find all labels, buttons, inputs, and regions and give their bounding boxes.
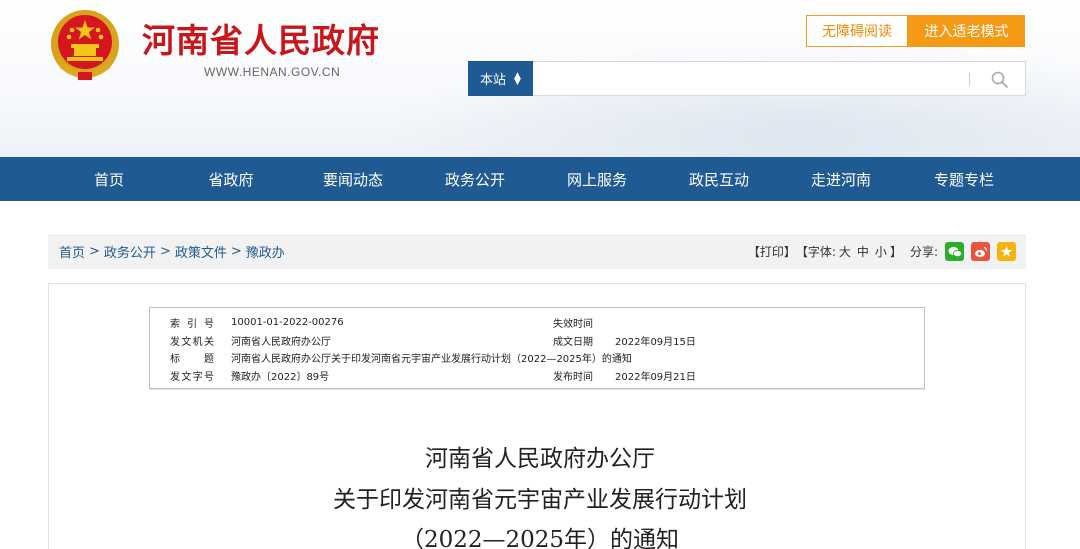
meta-row-issuer: 发文机关 河南省人民政府办公厅 成文日期 2022年09月15日	[150, 332, 926, 348]
font-large-button[interactable]: 大	[839, 243, 851, 260]
document-metadata-table: 索引号 10001-01-2022-00276 失效时间 发文机关 河南省人民政…	[149, 307, 925, 389]
breadcrumb-item-home[interactable]: 首页	[59, 242, 85, 261]
nav-item-government-affairs[interactable]: 政务公开	[414, 157, 536, 201]
breadcrumb-separator: >	[230, 244, 242, 259]
wechat-share-icon[interactable]	[945, 242, 964, 261]
national-emblem-icon	[51, 10, 119, 80]
breadcrumb-separator: >	[159, 244, 171, 259]
nav-item-provincial-government[interactable]: 省政府	[170, 157, 292, 201]
meta-row-index: 索引号 10001-01-2022-00276 失效时间	[150, 314, 926, 330]
font-size-end: 】	[889, 245, 902, 259]
font-small-button[interactable]: 小	[875, 243, 887, 260]
meta-row-docno: 发文字号 豫政办〔2022〕89号 发布时间 2022年09月21日	[150, 367, 926, 383]
meta-issuer-value: 河南省人民政府办公厅	[231, 336, 331, 348]
nav-item-news[interactable]: 要闻动态	[292, 157, 414, 201]
meta-docno-label: 发文字号	[170, 371, 214, 383]
meta-docno-value: 豫政办〔2022〕89号	[231, 371, 330, 383]
updown-arrows-icon: ▲ ▼	[514, 70, 521, 87]
nav-item-special-topics[interactable]: 专题专栏	[902, 157, 1026, 201]
weibo-share-icon[interactable]	[971, 242, 990, 261]
search-scope-label: 本站	[480, 73, 507, 88]
breadcrumb-bar: 首页 > 政务公开 > 政策文件 > 豫政办 【打印】 【字体: 大 中 小 】…	[48, 234, 1026, 269]
favorite-star-icon[interactable]	[997, 242, 1016, 261]
nav-item-online-services[interactable]: 网上服务	[536, 157, 658, 201]
header-background-wave	[380, 40, 1080, 157]
search-input[interactable]	[541, 66, 961, 92]
breadcrumb-item-government-affairs[interactable]: 政务公开	[104, 242, 156, 261]
meta-issuer-label: 发文机关	[170, 336, 214, 348]
breadcrumb-separator: >	[89, 244, 100, 259]
meta-created-label: 成文日期	[553, 336, 593, 348]
font-size-label: 【字体:	[795, 245, 836, 259]
site-url: WWW.HENAN.GOV.CN	[204, 65, 341, 79]
document-title-line-1: 河南省人民政府办公厅	[425, 446, 655, 472]
meta-title-value: 河南省人民政府办公厅关于印发河南省元宇宙产业发展行动计划（2022—2025年）…	[231, 353, 632, 365]
site-header: 河南省人民政府 WWW.HENAN.GOV.CN 无障碍阅读 进入适老模式 本站…	[0, 0, 1080, 157]
meta-published-value: 2022年09月21日	[615, 371, 696, 383]
nav-item-interaction[interactable]: 政民互动	[658, 157, 780, 201]
meta-index-label: 索引号	[170, 318, 214, 330]
meta-row-title: 标题 河南省人民政府办公厅关于印发河南省元宇宙产业发展行动计划（2022—202…	[150, 349, 926, 365]
meta-invalid-label: 失效时间	[553, 318, 593, 330]
article-tools: 【打印】 【字体: 大 中 小 】 分享:	[748, 234, 1016, 269]
search-scope-select[interactable]: 本站 ▲ ▼	[468, 61, 533, 96]
breadcrumb: 首页 > 政务公开 > 政策文件 > 豫政办	[59, 234, 285, 269]
meta-created-value: 2022年09月15日	[615, 336, 696, 348]
share-label: 分享:	[909, 245, 938, 259]
print-button[interactable]: 【打印】	[748, 243, 796, 260]
nav-item-home[interactable]: 首页	[48, 157, 170, 201]
font-medium-button[interactable]: 中	[857, 243, 869, 260]
site-title[interactable]: 河南省人民政府	[142, 14, 380, 62]
breadcrumb-item-yuzhengban[interactable]: 豫政办	[246, 242, 285, 261]
breadcrumb-item-policy-documents[interactable]: 政策文件	[175, 242, 227, 261]
document-title-line-3: （2022—2025年）的通知	[400, 527, 680, 549]
accessibility-reading-button[interactable]: 无障碍阅读	[806, 15, 908, 47]
elder-mode-button[interactable]: 进入适老模式	[908, 15, 1025, 47]
search-icon[interactable]	[989, 69, 1011, 91]
meta-title-label: 标题	[170, 353, 214, 365]
meta-published-label: 发布时间	[553, 371, 593, 383]
document-title-line-2: 关于印发河南省元宇宙产业发展行动计划	[333, 487, 747, 513]
nav-item-about-henan[interactable]: 走进河南	[780, 157, 902, 201]
search-box: 本站 ▲ ▼	[468, 61, 1026, 96]
meta-index-value: 10001-01-2022-00276	[231, 316, 344, 328]
search-divider	[969, 73, 970, 86]
main-navigation: 首页 省政府 要闻动态 政务公开 网上服务 政民互动 走进河南 专题专栏	[0, 157, 1080, 201]
